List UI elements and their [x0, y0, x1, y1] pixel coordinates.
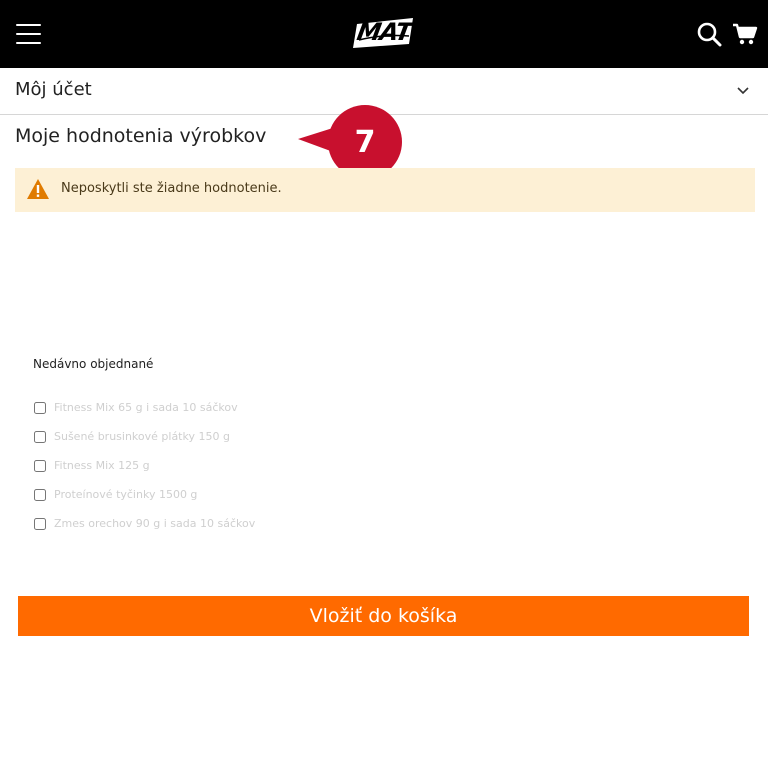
logo-text: MAT: [354, 18, 414, 46]
callout-number: 7: [354, 124, 376, 160]
item-name[interactable]: Sušené brusinkové plátky 150 g: [54, 430, 230, 443]
item-checkbox[interactable]: [34, 517, 46, 530]
account-label: Môj účet: [15, 79, 92, 100]
chevron-down-icon[interactable]: [736, 84, 750, 98]
list-item: Fitness Mix 65 g i sada 10 sáčkov: [33, 393, 433, 422]
notice-banner: Neposkytli ste žiadne hodnotenie.: [15, 168, 755, 212]
search-icon[interactable]: [696, 21, 722, 47]
item-name[interactable]: Zmes orechov 90 g i sada 10 sáčkov: [54, 517, 255, 530]
list-item: Proteínové tyčinky 1500 g: [33, 480, 433, 509]
add-to-cart-button[interactable]: Vložiť do košíka: [18, 596, 749, 636]
list-item: Zmes orechov 90 g i sada 10 sáčkov: [33, 509, 433, 538]
item-checkbox[interactable]: [34, 430, 46, 443]
list-item: Sušené brusinkové plátky 150 g: [33, 422, 433, 451]
menu-icon[interactable]: [16, 24, 41, 44]
recent-orders-title: Nedávno objednané: [33, 357, 154, 371]
item-name[interactable]: Fitness Mix 65 g i sada 10 sáčkov: [54, 401, 238, 414]
item-checkbox[interactable]: [34, 401, 46, 414]
site-logo[interactable]: MAT: [351, 14, 417, 50]
cart-icon[interactable]: [732, 21, 758, 47]
item-checkbox[interactable]: [34, 459, 46, 472]
item-name[interactable]: Fitness Mix 125 g: [54, 459, 150, 472]
recent-orders-list: Fitness Mix 65 g i sada 10 sáčkov Sušené…: [33, 393, 433, 538]
top-header: MAT: [0, 0, 768, 68]
notice-text: Neposkytli ste žiadne hodnotenie.: [61, 181, 282, 196]
item-name[interactable]: Proteínové tyčinky 1500 g: [54, 488, 197, 501]
page-title: Moje hodnotenia výrobkov: [15, 125, 267, 147]
item-checkbox[interactable]: [34, 488, 46, 501]
list-item: Fitness Mix 125 g: [33, 451, 433, 480]
warning-icon: [27, 179, 49, 199]
